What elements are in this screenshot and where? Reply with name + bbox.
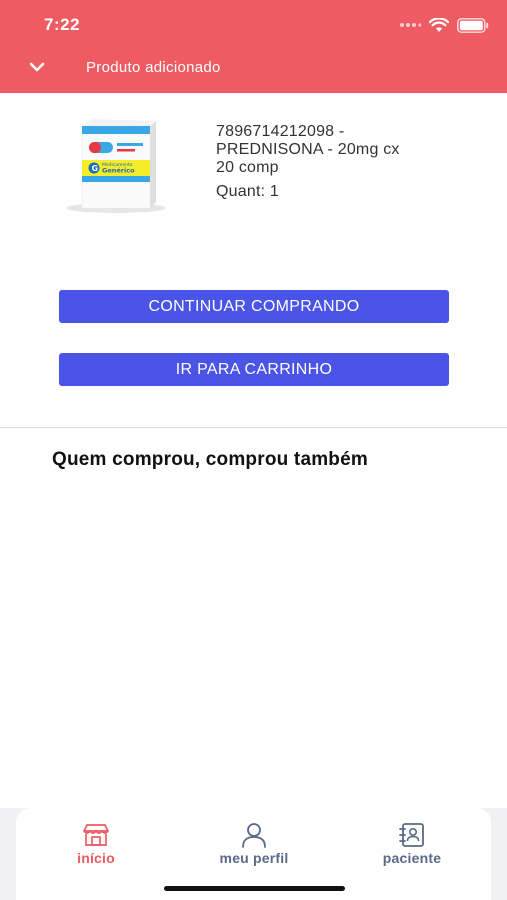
wifi-icon	[429, 17, 449, 32]
generic-logo-letter: G	[92, 164, 99, 173]
header-title: Produto adicionado	[86, 59, 221, 76]
chevron-down-icon[interactable]	[28, 60, 46, 74]
product-info: 7896714212098 - PREDNISONA - 20mg cx 20 …	[216, 123, 456, 201]
related-products-title: Quem comprou, comprou também	[52, 449, 368, 470]
tab-meu-perfil[interactable]: meu perfil	[194, 822, 314, 866]
section-divider	[0, 427, 507, 428]
go-to-cart-button[interactable]: IR PARA CARRINHO	[59, 353, 449, 386]
tab-paciente-label: paciente	[382, 850, 442, 866]
signal-dots-icon	[400, 23, 421, 27]
product-quantity: Quant: 1	[216, 183, 279, 200]
tab-inicio-label: início	[77, 850, 115, 866]
product-code: 7896714212098 -	[216, 123, 345, 140]
tab-inicio[interactable]: início	[36, 822, 156, 866]
header-bar: 7:22 Produto adicionado	[0, 0, 507, 93]
contact-book-icon	[399, 823, 424, 847]
product-image: G Medicamento Genérico	[66, 119, 166, 213]
home-indicator	[164, 886, 345, 891]
svg-text:Genérico: Genérico	[102, 167, 135, 175]
user-icon	[242, 823, 266, 848]
product-package: 20 comp	[216, 159, 279, 176]
tab-paciente[interactable]: paciente	[352, 822, 472, 866]
tab-meu-perfil-label: meu perfil	[219, 850, 289, 866]
status-time: 7:22	[44, 15, 81, 34]
status-icons	[399, 16, 489, 34]
product-name: PREDNISONA - 20mg cx	[216, 141, 400, 158]
store-icon	[83, 824, 109, 846]
battery-icon	[457, 17, 489, 33]
continue-shopping-button[interactable]: CONTINUAR COMPRANDO	[59, 290, 449, 323]
